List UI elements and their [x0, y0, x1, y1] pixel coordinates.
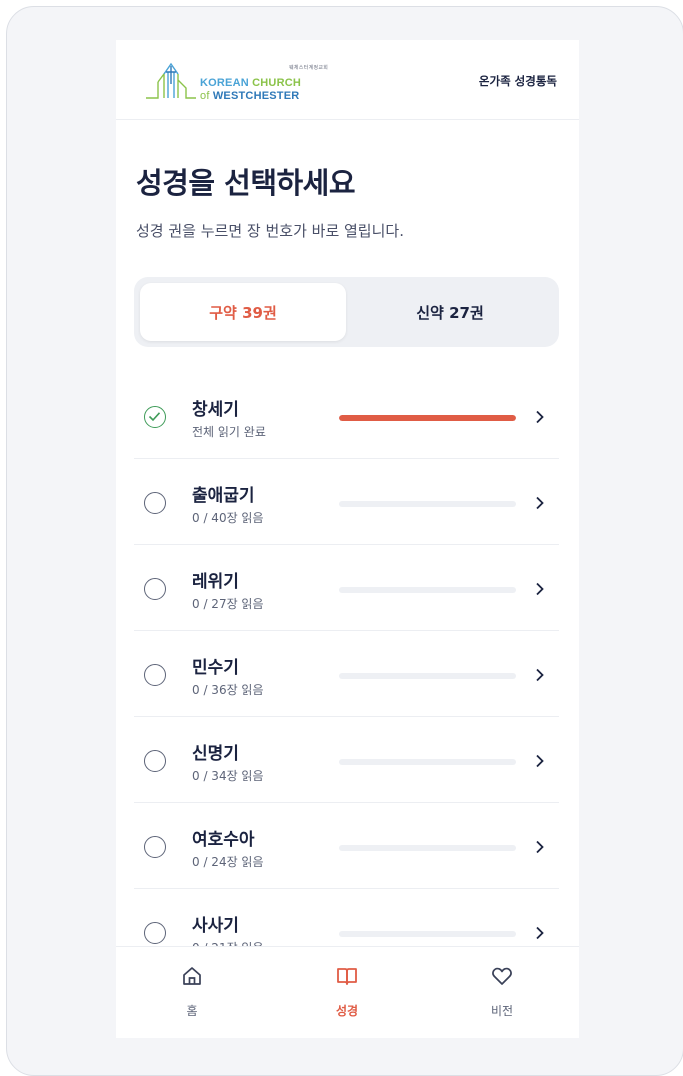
chevron-right-icon [536, 582, 544, 596]
book-name: 창세기 [192, 400, 239, 420]
chevron-right-icon [536, 496, 544, 510]
chevron-right-icon [536, 410, 544, 424]
book-status: 0 / 27장 읽음 [192, 597, 264, 611]
logo-korean: KOREAN [200, 77, 249, 89]
logo-westchester: WESTCHESTER [212, 90, 300, 102]
book-name: 레위기 [192, 572, 239, 592]
book-status: 0 / 34장 읽음 [192, 769, 264, 783]
church-logo[interactable]: 웨체스터계정교회 KOREAN CHURCH of WESTCHESTER [144, 60, 344, 106]
book-row-exodus[interactable]: 출애굽기 0 / 40장 읽음 [134, 459, 559, 545]
tab-home-label: 홈 [186, 1004, 198, 1018]
book-name: 사사기 [192, 916, 239, 936]
heart-icon [492, 967, 512, 985]
progress-bar [339, 931, 516, 937]
tab-vision-label: 비전 [490, 1004, 514, 1018]
logo-small-text: 웨체스터계정교회 [289, 65, 329, 71]
empty-circle-icon [144, 750, 166, 772]
book-name: 여호수아 [192, 830, 255, 850]
book-name: 출애굽기 [192, 486, 255, 506]
tab-old-testament[interactable]: 구약 39권 [140, 283, 346, 341]
empty-circle-icon [144, 492, 166, 514]
progress-bar [339, 501, 516, 507]
tab-vision[interactable]: 비전 [452, 947, 552, 1038]
family-reading-link[interactable]: 온가족 성경통독 [479, 73, 557, 89]
tab-new-testament[interactable]: 신약 27권 [347, 283, 553, 341]
logo-line-2: of WESTCHESTER [200, 90, 299, 102]
book-status: 전체 읽기 완료 [192, 425, 266, 439]
book-row-genesis[interactable]: 창세기 전체 읽기 완료 [134, 373, 559, 459]
tab-home[interactable]: 홈 [142, 947, 242, 1038]
app-screen: 웨체스터계정교회 KOREAN CHURCH of WESTCHESTER 온가… [116, 40, 579, 1038]
page-subtitle: 성경 권을 누르면 장 번호가 바로 열립니다. [136, 222, 404, 240]
book-status: 0 / 36장 읽음 [192, 683, 264, 697]
empty-circle-icon [144, 922, 166, 944]
empty-circle-icon [144, 578, 166, 600]
progress-bar [339, 845, 516, 851]
book-row-leviticus[interactable]: 레위기 0 / 27장 읽음 [134, 545, 559, 631]
chevron-right-icon [536, 668, 544, 682]
book-status: 0 / 40장 읽음 [192, 511, 264, 525]
church-building-icon [146, 62, 196, 99]
book-name: 민수기 [192, 658, 239, 678]
tab-bible[interactable]: 성경 [297, 947, 397, 1038]
book-row-numbers[interactable]: 민수기 0 / 36장 읽음 [134, 631, 559, 717]
progress-bar [339, 587, 516, 593]
logo-of: of [200, 90, 210, 102]
check-circle-icon [144, 406, 166, 428]
home-icon [183, 967, 201, 985]
book-name: 신명기 [192, 744, 239, 764]
book-list: 창세기 전체 읽기 완료 출애굽기 0 / 40장 읽음 레위기 0 / 27장… [134, 373, 559, 975]
progress-fill [339, 415, 516, 421]
page-title: 성경을 선택하세요 [136, 166, 356, 200]
bottom-tab-bar: 홈 성경 비전 [116, 946, 579, 1038]
tab-bible-label: 성경 [335, 1004, 359, 1018]
chevron-right-icon [536, 754, 544, 768]
book-status: 0 / 24장 읽음 [192, 855, 264, 869]
chevron-right-icon [536, 840, 544, 854]
progress-bar [339, 759, 516, 765]
progress-bar [339, 673, 516, 679]
logo-line-1: KOREAN CHURCH [200, 77, 301, 89]
testament-segmented-control: 구약 39권 신약 27권 [134, 277, 559, 347]
logo-church: CHURCH [252, 77, 302, 89]
empty-circle-icon [144, 836, 166, 858]
chevron-right-icon [536, 926, 544, 940]
progress-bar [339, 415, 516, 421]
empty-circle-icon [144, 664, 166, 686]
book-row-joshua[interactable]: 여호수아 0 / 24장 읽음 [134, 803, 559, 889]
open-book-icon [337, 968, 357, 985]
book-row-deuteronomy[interactable]: 신명기 0 / 34장 읽음 [134, 717, 559, 803]
app-header: 웨체스터계정교회 KOREAN CHURCH of WESTCHESTER 온가… [116, 40, 579, 120]
